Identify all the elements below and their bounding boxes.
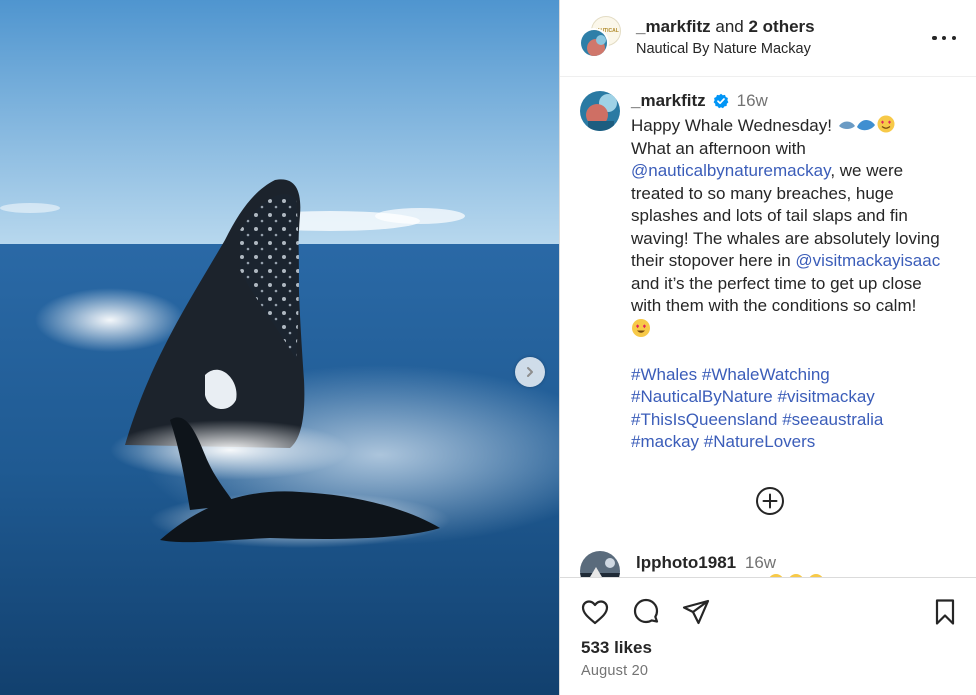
comment-time[interactable]: 16w: [745, 553, 776, 572]
load-more-comments-button[interactable]: [755, 486, 785, 516]
avatar-image: [580, 91, 620, 131]
hashtag[interactable]: #seeaustralia: [782, 410, 883, 429]
hashtag[interactable]: #NauticalByNature: [631, 387, 773, 406]
header-others[interactable]: 2 others: [748, 17, 814, 36]
post-header: NAUTICAL _markfitz and 2 others Nautical…: [560, 0, 976, 77]
hashtag[interactable]: #NatureLovers: [704, 432, 816, 451]
header-location[interactable]: Nautical By Nature Mackay: [636, 41, 811, 57]
caption-line: splashes and lots of tail slaps and fin: [631, 206, 908, 225]
comment-username[interactable]: lpphoto1981: [636, 553, 736, 572]
chevron-right-icon: [527, 367, 533, 377]
hashtag[interactable]: #ThisIsQueensland: [631, 410, 777, 429]
post-photo: [0, 0, 559, 695]
caption-text: Happy Whale Wednesday! What an afternoon…: [631, 114, 966, 454]
share-button[interactable]: [681, 597, 711, 627]
comment-header: lpphoto1981 16w: [636, 553, 776, 573]
save-button[interactable]: [930, 597, 960, 627]
likes-count[interactable]: 533 likes: [581, 638, 652, 658]
avatar-image: [580, 551, 620, 577]
hashtag[interactable]: #Whales: [631, 365, 697, 384]
comment-button[interactable]: [631, 597, 661, 627]
caption-line: What an afternoon with: [631, 138, 806, 158]
caption-line: Happy Whale Wednesday!: [631, 116, 832, 135]
mention-nautical[interactable]: @nauticalbynaturemackay: [631, 161, 830, 180]
comment-icon: [633, 598, 659, 624]
header-authors[interactable]: _markfitz and 2 others: [636, 17, 815, 37]
hashtag[interactable]: #WhaleWatching: [702, 365, 830, 384]
next-image-button[interactable]: [515, 357, 545, 387]
whale-emoji-icons: [838, 115, 895, 133]
caption-line: with them with the conditions so calm!: [631, 296, 917, 315]
header-username[interactable]: _markfitz: [636, 17, 711, 36]
heart-eyes-emoji-icon: [632, 318, 650, 337]
caption-line: waving! The whales are absolutely loving: [631, 228, 940, 248]
hashtag[interactable]: #visitmackay: [777, 387, 874, 406]
bookmark-icon: [935, 599, 955, 625]
verified-icon: [713, 93, 729, 109]
heart-icon: [581, 600, 609, 625]
avatar-image: [581, 30, 607, 56]
caption-line: treated to so many breaches, huge: [631, 183, 894, 203]
post-actions: 533 likes August 20: [560, 577, 976, 695]
avatar-markfitz: [579, 28, 609, 58]
more-icon: [932, 35, 937, 41]
like-button[interactable]: [580, 597, 610, 627]
post-side-panel: NAUTICAL _markfitz and 2 others Nautical…: [559, 0, 976, 695]
comments-section[interactable]: _markfitz 16w Happy Whale Wednesday! Wha…: [560, 77, 976, 577]
caption-line: and it’s the perfect time to get up clos…: [631, 273, 922, 293]
caption-avatar[interactable]: [580, 91, 620, 131]
post-date[interactable]: August 20: [581, 663, 648, 679]
caption-header: _markfitz 16w: [631, 91, 768, 111]
collab-avatars[interactable]: NAUTICAL: [579, 16, 621, 58]
mention-visitmackay[interactable]: @visitmackayisaac: [795, 251, 940, 270]
hashtag[interactable]: #mackay: [631, 432, 699, 451]
caption-line: , we were: [830, 161, 904, 180]
share-icon: [682, 599, 710, 625]
caption-time[interactable]: 16w: [737, 91, 768, 111]
caption-username[interactable]: _markfitz: [631, 91, 706, 111]
header-and: and: [715, 17, 744, 36]
comment-avatar[interactable]: [580, 551, 620, 577]
more-options-button[interactable]: [932, 28, 956, 48]
whale-photo: [0, 0, 559, 695]
caption-line: their stopover here in: [631, 251, 796, 270]
